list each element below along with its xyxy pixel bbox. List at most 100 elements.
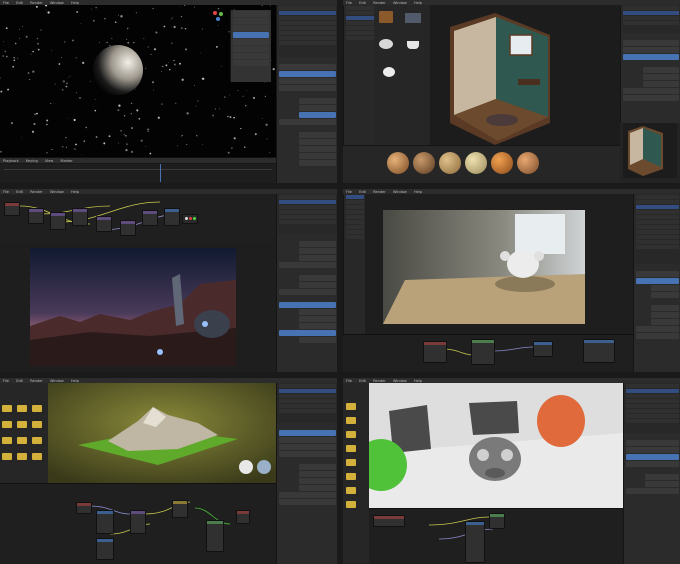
star	[126, 143, 128, 146]
outliner[interactable]	[633, 194, 680, 264]
teapot-icon[interactable]	[383, 67, 395, 77]
star	[147, 128, 150, 131]
star	[20, 136, 22, 138]
terrain-viewport[interactable]	[48, 383, 276, 483]
material-ball-icon[interactable]	[465, 152, 487, 174]
classroom-viewport[interactable]	[365, 194, 633, 334]
properties-panel[interactable]	[633, 264, 680, 372]
material-ball-icon[interactable]	[413, 152, 435, 174]
properties-panel[interactable]	[623, 433, 680, 564]
folder-icon[interactable]	[346, 501, 356, 508]
star	[177, 145, 178, 147]
star	[135, 12, 137, 14]
folder-icon[interactable]	[2, 405, 12, 412]
star	[240, 127, 242, 130]
star	[157, 116, 160, 119]
file-browser[interactable]	[343, 194, 366, 334]
star	[171, 17, 173, 19]
folder-icon[interactable]	[32, 453, 42, 460]
timeline-keying[interactable]: Keying	[26, 159, 38, 164]
folder-icon[interactable]	[17, 453, 27, 460]
properties-panel[interactable]	[276, 234, 337, 372]
folder-icon[interactable]	[32, 421, 42, 428]
timeline-view[interactable]: View	[45, 159, 53, 164]
star	[13, 57, 15, 59]
outliner[interactable]	[276, 5, 337, 57]
star	[202, 77, 205, 80]
room-viewport[interactable]	[430, 5, 620, 145]
star	[150, 54, 152, 56]
node-editor[interactable]	[369, 508, 623, 564]
outliner[interactable]	[623, 383, 680, 433]
asset-grid[interactable]	[375, 5, 430, 145]
properties-panel[interactable]	[620, 33, 680, 123]
star	[229, 116, 232, 119]
star	[36, 37, 39, 40]
render-viewport[interactable]	[0, 244, 276, 372]
file-browser[interactable]	[0, 383, 48, 483]
node-editor[interactable]	[0, 194, 276, 244]
folder-icon[interactable]	[32, 405, 42, 412]
book-icon[interactable]	[379, 11, 393, 23]
star	[126, 27, 129, 30]
folder-icon[interactable]	[346, 459, 356, 466]
star	[28, 78, 31, 81]
star	[155, 31, 158, 34]
room-thumbnail[interactable]	[623, 123, 677, 178]
star	[90, 81, 91, 82]
star	[127, 41, 130, 44]
star	[0, 150, 2, 153]
star	[75, 143, 77, 146]
file-browser[interactable]	[343, 383, 369, 563]
star	[152, 8, 154, 10]
outliner[interactable]	[276, 383, 337, 423]
material-ball-icon[interactable]	[517, 152, 539, 174]
folder-icon[interactable]	[2, 437, 12, 444]
folder-icon[interactable]	[346, 403, 356, 410]
outliner[interactable]	[276, 194, 337, 234]
material-ball-icon[interactable]	[491, 152, 513, 174]
timeline-marker[interactable]: Marker	[61, 159, 73, 164]
node-editor[interactable]	[0, 483, 276, 564]
folder-icon[interactable]	[346, 473, 356, 480]
gizmo-icon[interactable]	[212, 10, 224, 22]
folder-icon[interactable]	[32, 437, 42, 444]
timeline[interactable]: Playback Keying View Marker	[0, 157, 276, 183]
chrome-viewport[interactable]	[369, 383, 623, 508]
folder-icon[interactable]	[346, 417, 356, 424]
star	[76, 11, 79, 13]
star	[165, 64, 168, 67]
star	[194, 85, 195, 86]
folder-icon[interactable]	[2, 453, 12, 460]
asset-catalog[interactable]	[343, 5, 376, 145]
star	[37, 48, 40, 51]
folder-icon[interactable]	[17, 405, 27, 412]
folder-icon[interactable]	[17, 421, 27, 428]
star	[80, 154, 82, 156]
star	[94, 99, 96, 100]
folder-icon[interactable]	[346, 431, 356, 438]
star	[245, 105, 247, 107]
node-editor[interactable]	[343, 334, 633, 372]
star	[161, 103, 163, 105]
material-strip[interactable]	[343, 145, 620, 183]
folder-icon[interactable]	[17, 437, 27, 444]
timeline-playback[interactable]: Playback	[3, 159, 19, 164]
cup-icon[interactable]	[407, 41, 419, 49]
folder-icon[interactable]	[2, 421, 12, 428]
teapot-icon[interactable]	[379, 39, 393, 49]
star	[64, 41, 66, 43]
properties-panel[interactable]	[276, 57, 337, 183]
star	[90, 8, 92, 10]
floating-panel[interactable]	[230, 10, 271, 82]
material-ball-icon[interactable]	[387, 152, 409, 174]
star	[130, 102, 133, 105]
laptop-icon[interactable]	[405, 13, 421, 23]
star	[117, 109, 120, 112]
properties-panel[interactable]	[276, 423, 337, 564]
star	[221, 66, 222, 68]
folder-icon[interactable]	[346, 445, 356, 452]
folder-icon[interactable]	[346, 487, 356, 494]
material-ball-icon[interactable]	[439, 152, 461, 174]
outliner[interactable]	[620, 5, 680, 33]
